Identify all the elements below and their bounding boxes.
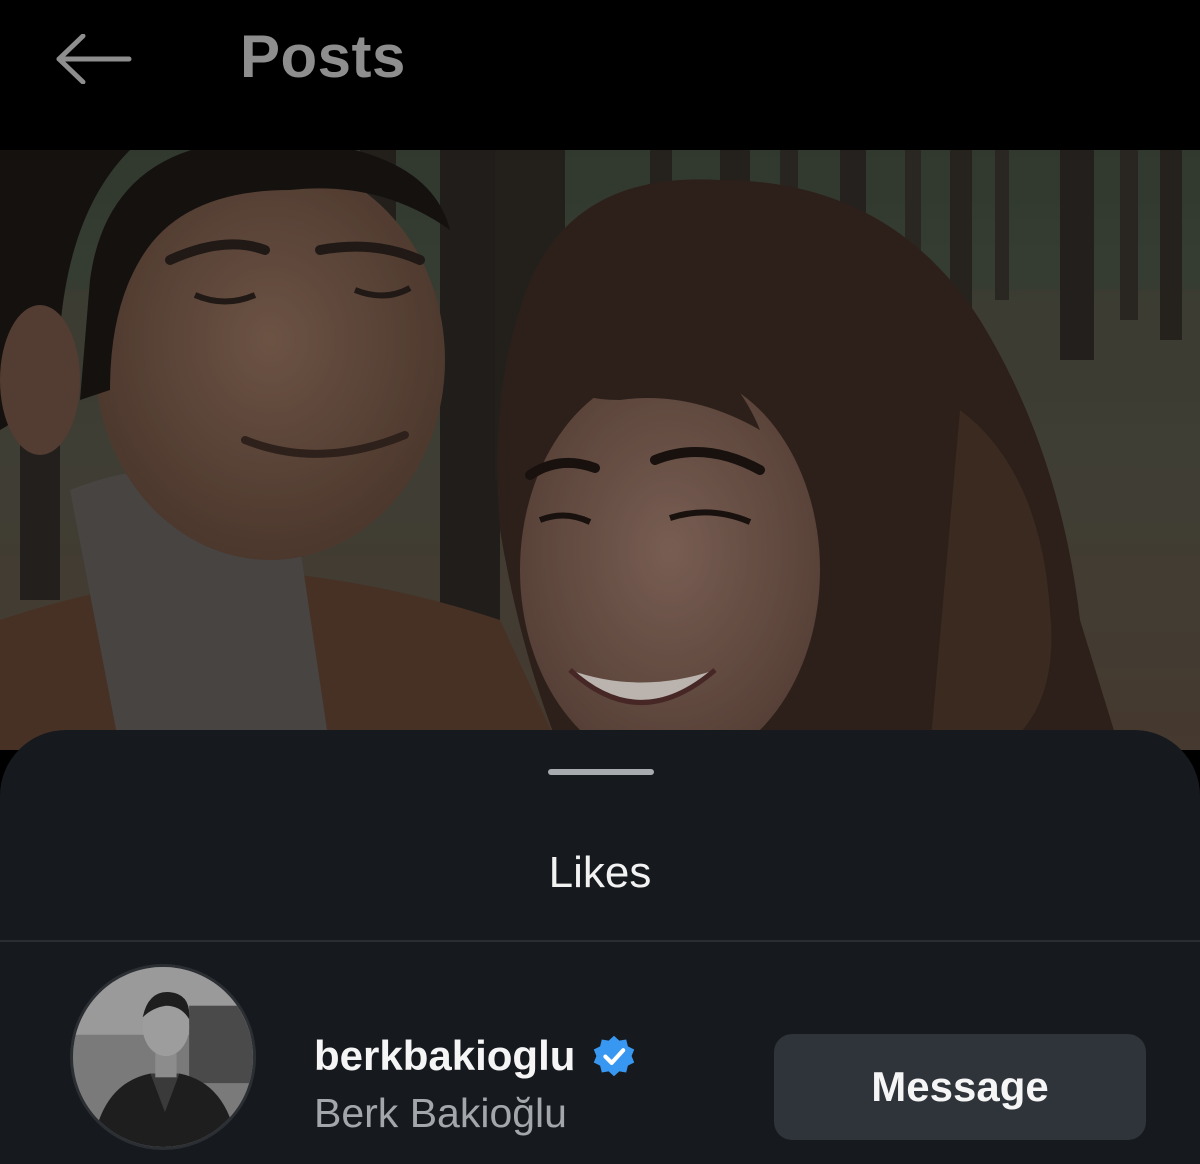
top-bar: Posts xyxy=(0,0,1200,150)
avatar[interactable] xyxy=(70,964,256,1150)
page-title: Posts xyxy=(240,23,406,90)
likes-sheet: Likes berkbakioglu Berk Bakioğlu Message xyxy=(0,730,1200,1164)
message-button[interactable]: Message xyxy=(774,1034,1146,1140)
username-line: berkbakioglu xyxy=(314,1032,637,1080)
arrow-left-icon xyxy=(56,34,132,84)
user-info[interactable]: berkbakioglu Berk Bakioğlu xyxy=(314,1032,637,1137)
full-name: Berk Bakioğlu xyxy=(314,1090,567,1136)
verified-badge-icon xyxy=(594,1035,635,1077)
divider xyxy=(0,940,1200,942)
instagram-posts-screen: Posts Likes berkbakioglu Berk Bakioğlu M… xyxy=(0,0,1200,1164)
list-item[interactable]: berkbakioglu Berk Bakioğlu Message xyxy=(0,960,1200,1160)
username[interactable]: berkbakioglu xyxy=(314,1032,575,1080)
post-image[interactable] xyxy=(0,150,1200,750)
sheet-title: Likes xyxy=(548,848,652,897)
back-button[interactable] xyxy=(50,26,136,92)
drag-handle[interactable] xyxy=(548,769,654,775)
